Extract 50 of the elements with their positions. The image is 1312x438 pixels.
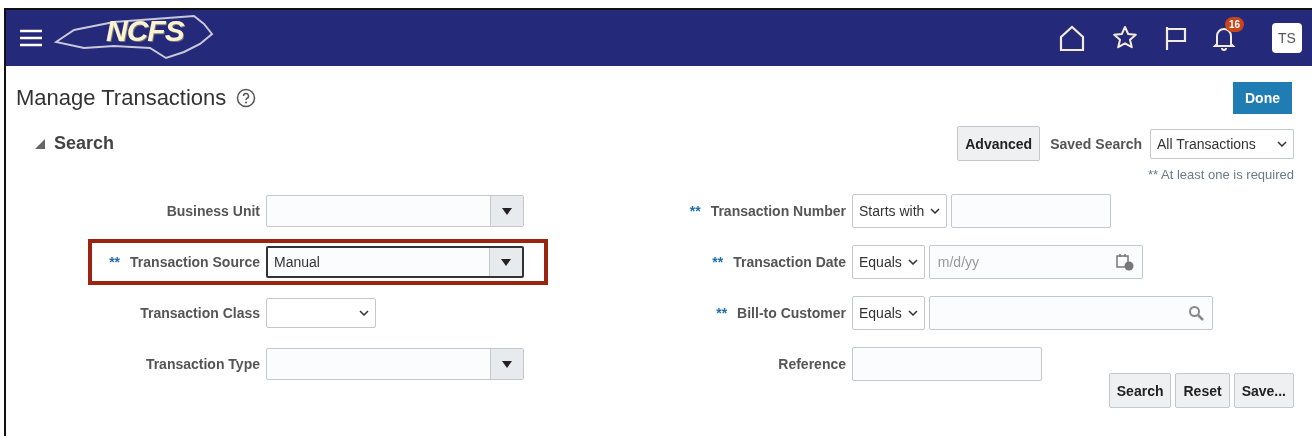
dropdown-icon (502, 360, 512, 368)
help-icon[interactable] (236, 88, 257, 108)
star-icon[interactable] (1112, 25, 1138, 51)
field-label: Transaction Class (140, 305, 260, 321)
combo-field[interactable] (266, 195, 524, 227)
chevron-icon (907, 310, 918, 316)
menu-icon[interactable] (20, 29, 42, 47)
field-label: Transaction Source (130, 254, 260, 270)
saved-search-select[interactable]: All Transactions (1150, 128, 1294, 159)
action-button[interactable]: Save... (1233, 373, 1294, 408)
chevron-icon (1277, 140, 1287, 147)
dropdown-icon (501, 258, 511, 266)
field-label: Business Unit (166, 203, 260, 219)
collapse-icon[interactable] (34, 137, 46, 150)
search-icon[interactable] (1187, 305, 1204, 321)
action-button[interactable]: Search (1108, 373, 1172, 408)
notification-badge: 16 (1225, 17, 1245, 32)
text-field[interactable] (852, 347, 1042, 381)
required-marker: ** (109, 254, 121, 270)
operator-select[interactable]: Equals (852, 296, 925, 330)
operator-select[interactable]: Equals (852, 245, 925, 279)
search-field[interactable] (928, 296, 1213, 330)
advanced-button[interactable]: Advanced (957, 126, 1041, 161)
done-button[interactable]: Done (1233, 82, 1292, 114)
chevron-icon (359, 310, 369, 316)
section-title: Search (54, 133, 115, 154)
flag-icon[interactable] (1164, 25, 1188, 51)
required-marker: ** (689, 203, 701, 219)
required-marker: ** (712, 254, 724, 270)
combo-field[interactable]: Manual (266, 246, 524, 278)
operator-select[interactable]: Starts with (852, 194, 948, 228)
field-label: Transaction Date (733, 254, 846, 270)
required-note: ** At least one is required (1147, 166, 1295, 182)
page-title: Manage Transactions (16, 85, 227, 111)
field-label: Transaction Type (145, 356, 260, 372)
required-marker: ** (716, 305, 728, 321)
chevron-icon (930, 208, 941, 214)
calendar-icon[interactable] (1115, 253, 1134, 271)
saved-search-label: Saved Search (1050, 135, 1142, 152)
chevron-icon (907, 259, 918, 265)
field-label: Bill-to Customer (737, 305, 846, 321)
field-label: Transaction Number (710, 203, 846, 219)
user-avatar[interactable]: TS (1272, 23, 1302, 53)
combo-field[interactable] (266, 348, 524, 380)
field-label: Reference (778, 356, 846, 372)
dropdown-icon (502, 207, 512, 215)
home-icon[interactable] (1058, 24, 1086, 52)
action-button[interactable]: Reset (1175, 373, 1230, 408)
text-field[interactable] (951, 194, 1112, 228)
select-field[interactable] (266, 298, 376, 328)
